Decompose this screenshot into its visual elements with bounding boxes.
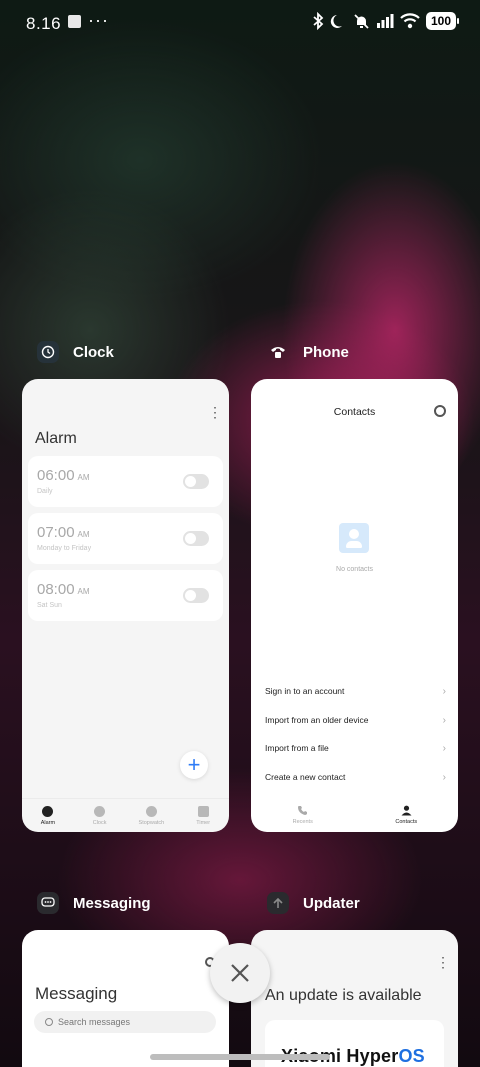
bluetooth-icon bbox=[313, 12, 324, 30]
alarm-repeat: Monday to Friday bbox=[37, 545, 92, 552]
more-notifications-icon: ··· bbox=[88, 10, 109, 30]
no-contacts-text: No contacts bbox=[336, 566, 373, 573]
nav-timer: Timer bbox=[177, 799, 229, 832]
alarm-item: 06:00 AM Daily bbox=[28, 456, 223, 507]
app-card-messaging[interactable]: Messaging Search messages bbox=[22, 930, 229, 1067]
mute-bell-icon bbox=[354, 13, 369, 29]
battery-indicator: 100 bbox=[426, 12, 459, 30]
nav-contacts: Contacts bbox=[355, 798, 459, 832]
chevron-right-icon: › bbox=[442, 685, 446, 697]
update-available-title: An update is available bbox=[265, 987, 422, 1004]
create-contact-item: Create a new contact › bbox=[265, 771, 446, 783]
clock-face-icon bbox=[94, 805, 106, 817]
app-header-messaging[interactable]: Messaging bbox=[37, 892, 151, 914]
alarm-repeat: Sat Sun bbox=[37, 602, 62, 609]
message-icon bbox=[37, 892, 59, 914]
wifi-icon bbox=[400, 13, 420, 29]
nav-recents: Recents bbox=[251, 798, 355, 832]
alarm-item: 08:00 AM Sat Sun bbox=[28, 570, 223, 621]
phone-bottom-nav: Recents Contacts bbox=[251, 798, 458, 832]
contacts-title: Contacts bbox=[333, 406, 376, 418]
sign-in-account-item: Sign in to an account › bbox=[265, 685, 446, 697]
nav-clock: Clock bbox=[74, 799, 126, 832]
app-card-clock[interactable]: ⋮ Alarm 06:00 AM Daily 07:00 AM Monday to … bbox=[22, 379, 229, 832]
close-icon bbox=[231, 964, 249, 982]
app-header-updater[interactable]: Updater bbox=[267, 892, 360, 914]
alarm-item: 07:00 AM Monday to Friday bbox=[28, 513, 223, 564]
alarm-repeat: Daily bbox=[37, 488, 53, 495]
arrow-up-icon bbox=[267, 892, 289, 914]
alarm-time: 07:00 AM bbox=[37, 524, 90, 541]
alarm-toggle bbox=[183, 474, 209, 489]
import-file-item: Import from a file › bbox=[265, 742, 446, 754]
chevron-right-icon: › bbox=[442, 714, 446, 726]
alarm-toggle bbox=[183, 588, 209, 603]
alarm-time: 06:00 AM bbox=[37, 467, 90, 484]
search-messages-field: Search messages bbox=[34, 1011, 216, 1033]
alarm-toggle bbox=[183, 531, 209, 546]
clock-bottom-nav: Alarm Clock Stopwatch Timer bbox=[22, 798, 229, 832]
more-options-icon: ⋮ bbox=[436, 954, 450, 970]
app-label-messaging: Messaging bbox=[73, 894, 151, 912]
nav-stopwatch: Stopwatch bbox=[126, 799, 178, 832]
chevron-right-icon: › bbox=[442, 771, 446, 783]
more-options-icon: ⋮ bbox=[208, 404, 222, 420]
settings-gear-icon bbox=[434, 405, 446, 417]
home-indicator[interactable] bbox=[150, 1054, 330, 1060]
status-bar: 8.16 ··· 100 bbox=[0, 0, 480, 48]
alarm-time: 08:00 AM bbox=[37, 581, 90, 598]
messaging-title: Messaging bbox=[35, 984, 118, 1003]
alarm-title: Alarm bbox=[35, 430, 77, 447]
import-older-device-item: Import from an older device › bbox=[265, 714, 446, 726]
app-label-clock: Clock bbox=[73, 343, 114, 361]
app-header-clock[interactable]: Clock bbox=[37, 341, 114, 363]
phone-icon bbox=[267, 341, 289, 363]
app-card-updater[interactable]: ⋮ An update is available Xiaomi HyperOS bbox=[251, 930, 458, 1067]
contacts-person-icon bbox=[401, 805, 412, 816]
alarm-icon bbox=[42, 805, 54, 817]
nav-alarm: Alarm bbox=[22, 799, 74, 832]
app-label-updater: Updater bbox=[303, 894, 360, 912]
clock-icon bbox=[37, 341, 59, 363]
status-icons: 100 bbox=[312, 12, 459, 30]
add-alarm-button: + bbox=[180, 751, 208, 779]
status-time: 8.16 bbox=[26, 14, 62, 33]
clear-all-button[interactable] bbox=[210, 943, 270, 1003]
chevron-right-icon: › bbox=[442, 742, 446, 754]
stopwatch-icon bbox=[145, 805, 157, 817]
notification-square-icon bbox=[68, 15, 81, 28]
app-card-phone[interactable]: Contacts No contacts Sign in to an accou… bbox=[251, 379, 458, 832]
moon-icon bbox=[330, 14, 342, 28]
signal-icon bbox=[377, 14, 394, 28]
hourglass-icon bbox=[197, 805, 209, 817]
app-header-phone[interactable]: Phone bbox=[267, 341, 349, 363]
recents-phone-icon bbox=[298, 806, 308, 815]
app-label-phone: Phone bbox=[303, 343, 349, 361]
contact-placeholder-icon bbox=[339, 523, 369, 553]
